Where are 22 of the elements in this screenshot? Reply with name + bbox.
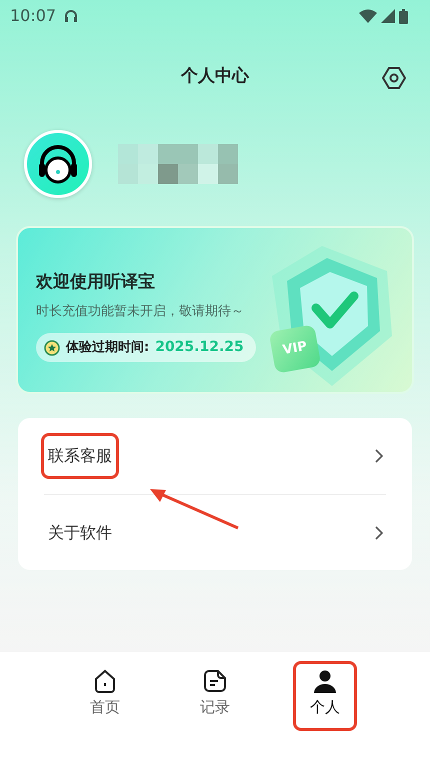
expiry-date: 2025.12.25	[155, 338, 244, 357]
headphones-icon	[37, 143, 79, 185]
document-icon	[202, 668, 228, 694]
person-icon	[312, 668, 338, 694]
vip-badge: VIP	[268, 324, 322, 374]
menu-item[interactable]: 联系客服	[18, 418, 412, 494]
chevron-right-icon	[374, 448, 384, 464]
settings-icon[interactable]	[382, 66, 406, 90]
battery-icon	[399, 8, 408, 24]
card-title: 欢迎使用听译宝	[36, 271, 156, 294]
status-time: 10:07	[10, 5, 56, 27]
page-title: 个人中心	[181, 66, 249, 86]
card-subtitle: 时长充值功能暂未开启，敬请期待～	[36, 302, 245, 320]
nav-tab[interactable]: 首页	[76, 664, 134, 728]
home-icon	[92, 668, 118, 694]
signal-icon	[381, 9, 395, 23]
nav-tab[interactable]: 记录	[186, 664, 244, 728]
wifi-icon	[359, 9, 377, 23]
expiry-label: 体验过期时间:	[66, 338, 150, 357]
headphones-icon	[64, 9, 78, 23]
nav-tab[interactable]: 个人	[296, 664, 354, 728]
chevron-right-icon	[374, 524, 384, 540]
